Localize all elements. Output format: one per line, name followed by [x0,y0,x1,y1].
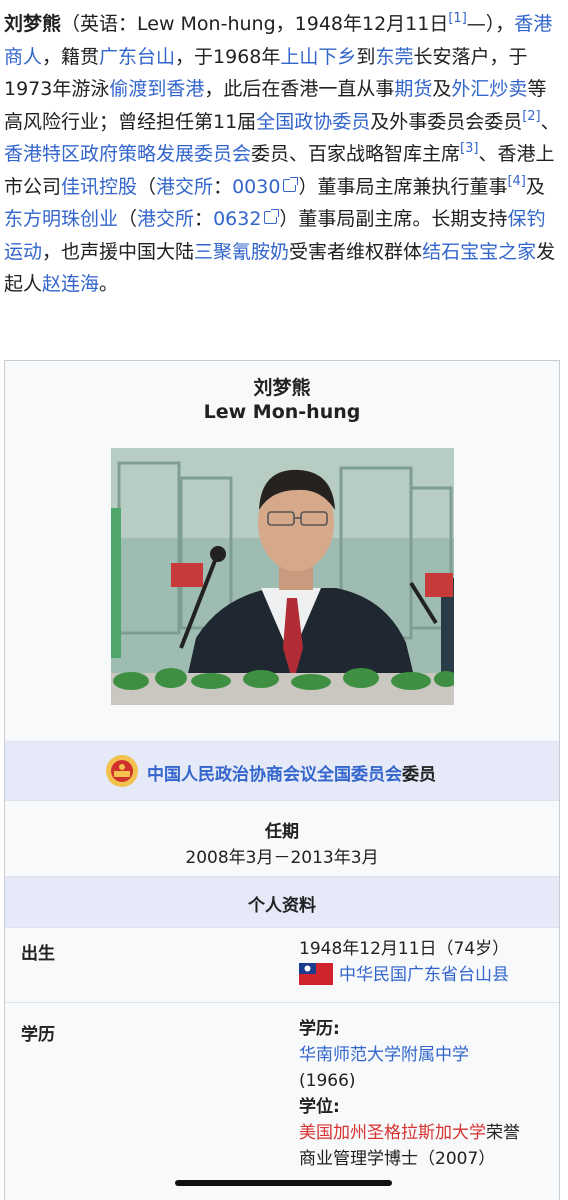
intro-text: —）， [466,13,515,35]
infobox-title-zh: 刘梦熊 [253,377,311,399]
intro-text: （ [118,208,138,230]
link-forex[interactable]: 外汇炒卖 [451,78,527,100]
subject-name: 刘梦熊 [4,13,62,35]
birth-date: 1948年12月11日（74岁） [299,939,510,959]
intro-text: （ [137,175,157,198]
intro-text: 受害者维权群体 [289,240,423,263]
intro-text: ，也声援中国大陆 [42,240,195,263]
birth-value: 1948年12月11日（74岁） 中华民国广东省台山县 [299,936,549,988]
intro-text: 到 [356,45,376,68]
link-cppcc[interactable]: 中国人民政治协商会议全国委员会 [147,765,402,785]
link-hkex[interactable]: 港交所 [137,208,194,230]
citation-1[interactable]: [1] [448,11,466,26]
intro-text: ）董事局主席兼执行董事 [298,175,508,198]
stock-code-link[interactable]: 0632 [213,208,280,230]
birth-place: 中华民国广东省台山县 [299,962,549,988]
external-link-icon [283,176,299,192]
stock-code-link[interactable]: 0030 [232,176,299,198]
link-school[interactable]: 华南师范大学附属中学 [299,1045,469,1065]
office-title: 中国人民政治协商会议全国委员会委员 [147,765,436,785]
link-cppcc-member[interactable]: 全国政协委员 [256,111,370,133]
link-xiaxiang[interactable]: 上山下乡 [280,46,356,68]
intro-text: 及 [432,78,452,100]
personal-header-label: 个人资料 [248,896,316,916]
redlink-usa[interactable]: 美国 [299,1123,333,1143]
link-birthplace[interactable]: 中华民国广东省台山县 [339,965,509,985]
degree-text: 商业管理学博士（2007） [299,1149,496,1169]
roc-flag-icon [299,963,333,985]
term-value: 2008年3月－2013年3月 [185,848,379,868]
school-year: (1966) [299,1071,356,1091]
link-futures[interactable]: 期货 [394,78,432,100]
intro-text: 、 [540,110,560,133]
intro-text: ，此后在香港一直从事 [204,78,395,100]
row-divider [5,1002,559,1003]
infobox: 刘梦熊 Lew Mon-hung 中国人民政治协商会议全国委员会委员 任期 20… [4,360,560,1200]
link-melamine[interactable]: 三聚氰胺奶 [194,241,289,263]
citation-3[interactable]: [3] [460,141,478,156]
link-jiaxun[interactable]: 佳讯控股 [61,176,137,198]
link-taishan[interactable]: 广东台山 [99,46,175,68]
external-link-icon [264,209,280,224]
link-pearl[interactable]: 东方明珠创业 [4,208,118,230]
citation-4[interactable]: [4] [507,174,525,189]
infobox-title-en: Lew Mon-hung [203,401,361,423]
intro-text: ： [194,208,214,230]
portrait-photo[interactable] [111,448,454,705]
term-label: 任期 [265,822,299,842]
link-dongguan[interactable]: 东莞 [375,46,413,68]
office-header: 中国人民政治协商会议全国委员会委员 [5,741,559,801]
degree-sub-label: 学位 [299,1097,333,1117]
birth-label: 出生 [21,944,55,964]
intro-text: 委员、百家战略智库主席 [251,143,461,165]
intro-text: 及 [525,175,545,198]
link-toudu[interactable]: 偷渡到香港 [109,78,204,100]
education-label: 学历 [21,1025,55,1045]
education-value: 学历: 华南师范大学附属中学 (1966) 学位: 美国加州圣格拉斯加大学荣誉 … [299,1016,549,1172]
link-hkex[interactable]: 港交所 [156,176,213,198]
portrait-image [111,448,454,705]
edu-sub-label: 学历 [299,1019,333,1039]
link-zhao[interactable]: 赵连海 [42,273,99,295]
intro-text: 。 [99,273,119,295]
intro-text: ，于1968年 [175,45,281,68]
citation-2[interactable]: [2] [522,109,540,124]
home-indicator[interactable] [175,1180,392,1186]
article-intro: 刘梦熊（英语：Lew Mon-hung，1948年12月11日[1]—），香港商… [4,8,560,301]
redlink-jieshi[interactable]: 结石宝宝之家 [422,241,536,263]
intro-text: ）董事局副主席。长期支持 [279,208,508,230]
personal-header: 个人资料 [5,876,559,928]
intro-text: ，籍贯 [42,45,100,68]
redlink-university[interactable]: 加州圣格拉斯加大学 [333,1123,486,1143]
intro-text: （英语：Lew Mon-hung，1948年12月11日 [61,13,449,35]
intro-text: ： [213,175,233,198]
cppcc-emblem-icon [105,754,139,792]
intro-text: 及外事委员会委员 [370,110,523,133]
link-cpu[interactable]: 香港特区政府策略发展委员会 [4,143,251,165]
